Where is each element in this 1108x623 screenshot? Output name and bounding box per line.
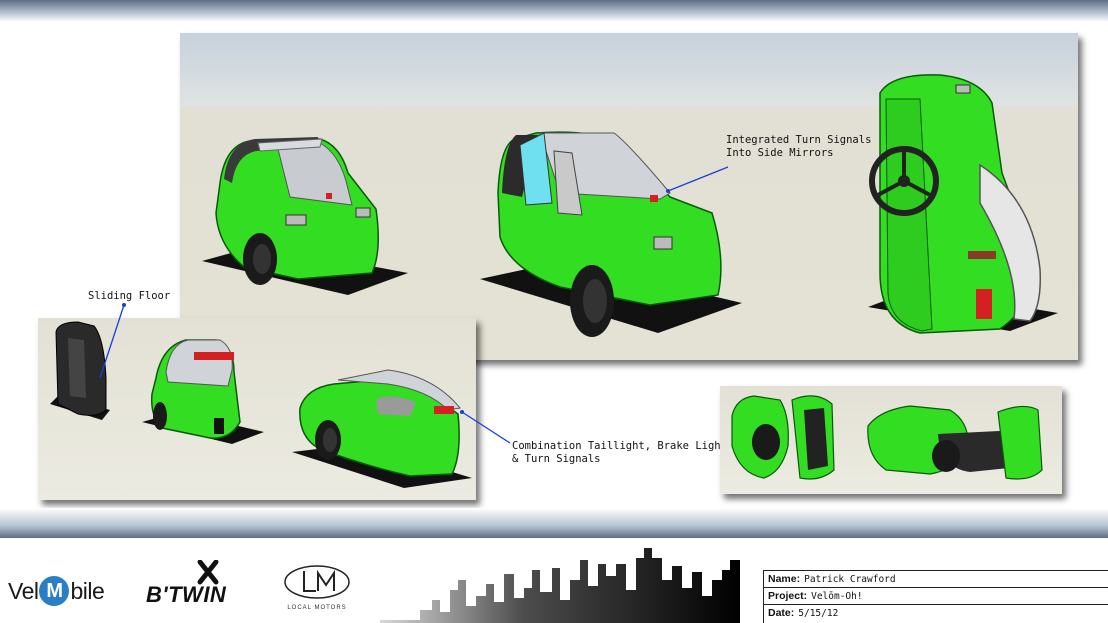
vehicle-rear-view — [142, 339, 264, 444]
footer-band — [0, 508, 1108, 538]
project-value: Velōm-Oh! — [811, 591, 863, 602]
date-label: Date: — [768, 607, 795, 619]
main-render-svg — [202, 74, 1058, 337]
callout-taillight: Combination Taillight, Brake Light, & Tu… — [512, 440, 733, 466]
velomobile-logo-prefix: Vel — [8, 577, 39, 604]
info-box: Name: Patrick Crawford Project: Velōm-Oh! … — [763, 570, 1108, 623]
info-row-date: Date: 5/15/12 — [764, 605, 1108, 622]
rear-views-svg — [50, 321, 472, 488]
local-motors-emblem-icon — [284, 565, 350, 599]
vehicle-doors-open-side — [867, 405, 1043, 480]
info-row-name: Name: Patrick Crawford — [764, 571, 1108, 588]
callout-line-2: & Turn Signals — [512, 453, 601, 465]
btwin-logo-text: B'TWIN — [146, 582, 227, 607]
project-label: Project: — [768, 590, 808, 602]
callout-line-2: Into Side Mirrors — [726, 147, 834, 159]
velomobile-logo-circle: M — [39, 576, 70, 606]
btwin-logo: B'TWIN — [146, 560, 266, 610]
main-render-panel: Integrated Turn Signals Into Side Mirror… — [180, 33, 1078, 360]
info-row-project: Project: Velōm-Oh! — [764, 588, 1108, 605]
vehicle-upright-view — [868, 74, 1058, 334]
local-motors-logo-text: LOCAL MOTORS — [287, 605, 347, 611]
callout-line-1: Integrated Turn Signals — [726, 134, 872, 146]
rear-views-panel — [38, 318, 476, 500]
city-skyline-graphic — [380, 548, 740, 623]
local-motors-logo: LOCAL MOTORS — [282, 563, 352, 611]
date-value: 5/15/12 — [798, 608, 839, 619]
vehicle-doors-open-top — [731, 395, 835, 480]
vehicle-side-rear-view — [292, 369, 472, 488]
velomobile-logo-suffix: bile — [70, 577, 105, 604]
name-label: Name: — [768, 573, 801, 585]
name-value: Patrick Crawford — [804, 574, 896, 585]
vehicle-upright-rear — [50, 321, 110, 420]
vehicle-front-view — [202, 137, 408, 295]
callout-line-1: Combination Taillight, Brake Light, — [512, 440, 734, 452]
header-band — [0, 0, 1108, 22]
doors-open-panel — [720, 386, 1062, 494]
vehicle-door-open-view — [480, 131, 742, 337]
callout-sliding-floor: Sliding Floor — [88, 290, 171, 302]
doors-open-svg — [731, 395, 1043, 480]
velomobile-logo: Vel Mbile — [8, 574, 105, 608]
callout-turn-signals-mirrors: Integrated Turn Signals Into Side Mirror… — [726, 134, 871, 160]
